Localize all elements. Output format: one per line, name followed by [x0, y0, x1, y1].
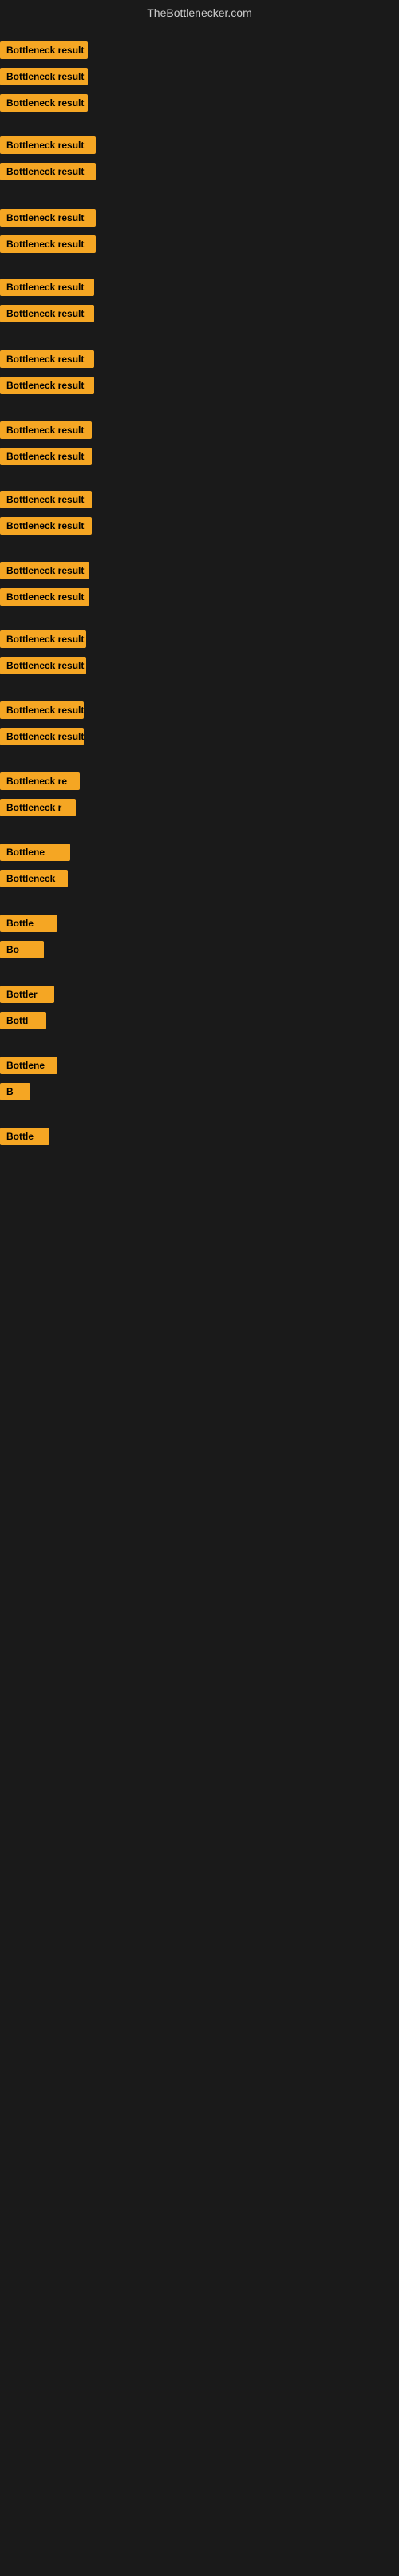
- bottleneck-badge[interactable]: Bottleneck r: [0, 799, 76, 816]
- bottleneck-badge-container-16: Bottleneck result: [0, 562, 89, 583]
- bottleneck-badge[interactable]: Bottleneck result: [0, 209, 96, 227]
- bottleneck-badge-container-27: Bo: [0, 941, 44, 962]
- bottleneck-badge-container-29: Bottl: [0, 1012, 46, 1033]
- bottleneck-badge[interactable]: Bottleneck result: [0, 491, 92, 508]
- bottleneck-badge-container-3: Bottleneck result: [0, 94, 88, 116]
- bottleneck-badge-container-10: Bottleneck result: [0, 350, 94, 372]
- bottleneck-badge-container-13: Bottleneck result: [0, 448, 92, 469]
- bottleneck-badge[interactable]: Bottlene: [0, 1057, 57, 1074]
- bottleneck-badge-container-14: Bottleneck result: [0, 491, 92, 512]
- bottleneck-badge[interactable]: Bottle: [0, 1128, 49, 1145]
- bottleneck-badge-container-21: Bottleneck result: [0, 728, 84, 749]
- bottleneck-badge[interactable]: Bottleneck result: [0, 630, 86, 648]
- bottleneck-badge-container-32: Bottle: [0, 1128, 49, 1149]
- bottleneck-badge[interactable]: B: [0, 1083, 30, 1100]
- bottleneck-badge-container-18: Bottleneck result: [0, 630, 86, 652]
- bottleneck-badge[interactable]: Bottleneck result: [0, 68, 88, 85]
- bottleneck-badge[interactable]: Bo: [0, 941, 44, 958]
- bottleneck-badge-container-19: Bottleneck result: [0, 657, 86, 678]
- bottleneck-badge-container-6: Bottleneck result: [0, 209, 96, 231]
- bottleneck-badge[interactable]: Bottleneck result: [0, 421, 92, 439]
- bottleneck-badge-container-15: Bottleneck result: [0, 517, 92, 539]
- bottleneck-badge[interactable]: Bottleneck result: [0, 350, 94, 368]
- bottleneck-badge[interactable]: Bottleneck result: [0, 657, 86, 674]
- bottleneck-badge-container-7: Bottleneck result: [0, 235, 96, 257]
- bottleneck-badge-container-24: Bottlene: [0, 844, 70, 865]
- bottleneck-badge[interactable]: Bottleneck result: [0, 701, 84, 719]
- bottleneck-badge[interactable]: Bottleneck result: [0, 562, 89, 579]
- bottleneck-badge[interactable]: Bottleneck result: [0, 94, 88, 112]
- bottleneck-badge[interactable]: Bottleneck result: [0, 235, 96, 253]
- bottleneck-badge-container-4: Bottleneck result: [0, 136, 96, 158]
- bottleneck-badge-container-8: Bottleneck result: [0, 279, 94, 300]
- bottleneck-badge[interactable]: Bottleneck result: [0, 728, 84, 745]
- bottleneck-badge[interactable]: Bottleneck result: [0, 279, 94, 296]
- bottleneck-badge[interactable]: Bottleneck: [0, 870, 68, 887]
- bottleneck-badge[interactable]: Bottle: [0, 915, 57, 932]
- bottleneck-badge[interactable]: Bottleneck result: [0, 517, 92, 535]
- bottleneck-badge[interactable]: Bottl: [0, 1012, 46, 1029]
- bottleneck-badge[interactable]: Bottleneck result: [0, 305, 94, 322]
- bottleneck-badge-container-17: Bottleneck result: [0, 588, 89, 610]
- bottleneck-badge[interactable]: Bottleneck result: [0, 136, 96, 154]
- bottleneck-badge[interactable]: Bottleneck result: [0, 448, 92, 465]
- bottleneck-badge-container-23: Bottleneck r: [0, 799, 76, 820]
- bottleneck-badge-container-28: Bottler: [0, 986, 54, 1007]
- bottleneck-badge[interactable]: Bottleneck re: [0, 772, 80, 790]
- site-title: TheBottlenecker.com: [0, 0, 399, 22]
- bottleneck-badge[interactable]: Bottleneck result: [0, 377, 94, 394]
- bottleneck-badge-container-25: Bottleneck: [0, 870, 68, 891]
- bottleneck-badge-container-1: Bottleneck result: [0, 41, 88, 63]
- bottleneck-badge[interactable]: Bottleneck result: [0, 163, 96, 180]
- bottleneck-badge-container-22: Bottleneck re: [0, 772, 80, 794]
- bottleneck-badge[interactable]: Bottler: [0, 986, 54, 1003]
- bottleneck-badge-container-20: Bottleneck result: [0, 701, 84, 723]
- bottleneck-badge-container-30: Bottlene: [0, 1057, 57, 1078]
- bottleneck-badge-container-9: Bottleneck result: [0, 305, 94, 326]
- bottleneck-badge-container-31: B: [0, 1083, 30, 1104]
- bottleneck-badge-container-2: Bottleneck result: [0, 68, 88, 89]
- bottleneck-badge[interactable]: Bottlene: [0, 844, 70, 861]
- bottleneck-badge-container-26: Bottle: [0, 915, 57, 936]
- bottleneck-badge-container-12: Bottleneck result: [0, 421, 92, 443]
- bottleneck-badge[interactable]: Bottleneck result: [0, 41, 88, 59]
- bottleneck-badge[interactable]: Bottleneck result: [0, 588, 89, 606]
- bottleneck-badge-container-5: Bottleneck result: [0, 163, 96, 184]
- bottleneck-badge-container-11: Bottleneck result: [0, 377, 94, 398]
